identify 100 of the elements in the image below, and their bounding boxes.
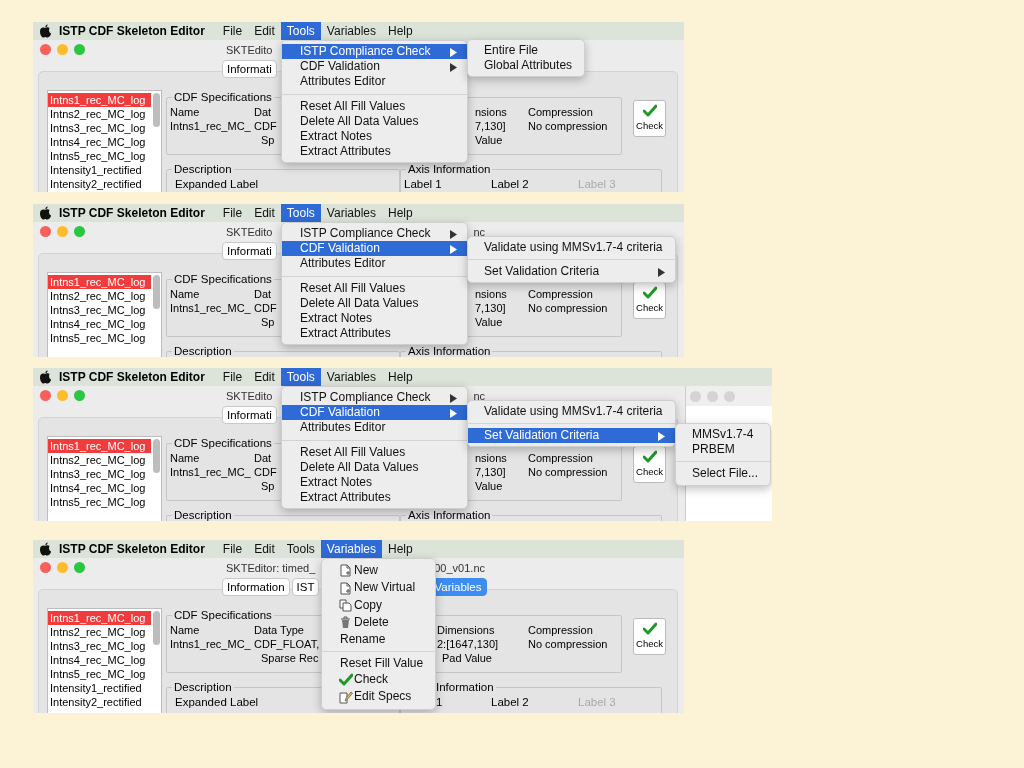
menu-item[interactable]: Extract Attributes: [282, 144, 467, 160]
window-control[interactable]: [40, 226, 51, 237]
menu-item[interactable]: Attributes Editor: [282, 74, 467, 90]
window-control[interactable]: [74, 562, 85, 573]
menu-item[interactable]: Rename: [322, 631, 436, 647]
scrollbar[interactable]: [153, 93, 160, 127]
menu-item[interactable]: Delete All Data Values: [282, 459, 467, 475]
menu-bar-item[interactable]: Edit: [248, 22, 281, 40]
menu-item[interactable]: Copy: [322, 596, 436, 615]
list-item[interactable]: Intns4_rec_MC_log: [48, 653, 151, 667]
menu-item[interactable]: ISTP Compliance Check: [282, 390, 467, 406]
tab[interactable]: Information: [222, 578, 290, 596]
menu-item[interactable]: Global Attributes: [468, 58, 585, 74]
menu-item[interactable]: Attributes Editor: [282, 420, 467, 436]
menu-item[interactable]: Extract Attributes: [282, 490, 467, 506]
menu-item[interactable]: CDF Validation: [282, 241, 467, 257]
list-item[interactable]: Intns3_rec_MC_log: [48, 467, 151, 481]
menu-bar-item[interactable]: Help: [382, 540, 419, 558]
check-button[interactable]: Check: [633, 100, 666, 137]
menu-bar-item[interactable]: Help: [382, 204, 419, 222]
tab[interactable]: IST: [291, 578, 320, 596]
list-item[interactable]: Intns3_rec_MC_log: [48, 303, 151, 317]
scrollbar[interactable]: [153, 275, 160, 309]
menu-bar-item[interactable]: Edit: [248, 204, 281, 222]
tab[interactable]: Informati: [222, 406, 277, 424]
window-control[interactable]: [74, 226, 85, 237]
window-control[interactable]: [724, 391, 735, 402]
menu-bar-item[interactable]: Tools: [280, 540, 321, 558]
list-item[interactable]: Intensity1_rectified: [48, 163, 151, 177]
list-item[interactable]: Intns2_rec_MC_log: [48, 453, 151, 467]
menu-item[interactable]: New Virtual: [322, 579, 436, 597]
list-item[interactable]: Intensity1_rectified: [48, 681, 151, 695]
window-control[interactable]: [40, 44, 51, 55]
menu-item[interactable]: Extract Attributes: [282, 326, 467, 342]
menu-item[interactable]: ISTP Compliance Check: [282, 44, 467, 60]
menu-bar-item[interactable]: Variables: [320, 22, 382, 40]
list-item[interactable]: Intns2_rec_MC_log: [48, 289, 151, 303]
menu-bar-item[interactable]: File: [216, 204, 249, 222]
list-item[interactable]: Intns5_rec_MC_log: [48, 149, 151, 163]
check-button[interactable]: Check: [633, 446, 666, 483]
window-control[interactable]: [40, 390, 51, 401]
list-item[interactable]: Intns4_rec_MC_log: [48, 135, 151, 149]
window-control[interactable]: [57, 390, 68, 401]
menu-item[interactable]: Attributes Editor: [282, 256, 467, 272]
menu-item[interactable]: PRBEM: [676, 442, 771, 458]
menu-bar-item[interactable]: Variables: [320, 540, 382, 558]
menu-bar-item[interactable]: Help: [382, 368, 419, 386]
tab[interactable]: Informati: [222, 242, 277, 260]
menu-bar-item[interactable]: Variables: [320, 368, 382, 386]
menu-item[interactable]: Set Validation Criteria: [468, 428, 675, 444]
menu-item[interactable]: ISTP Compliance Check: [282, 226, 467, 242]
menu-item[interactable]: Check: [322, 671, 436, 689]
menu-item[interactable]: Validate using MMSv1.7-4 criteria: [468, 404, 675, 420]
list-item[interactable]: Intns5_rec_MC_log: [48, 331, 151, 345]
window-control[interactable]: [74, 390, 85, 401]
menu-bar-item[interactable]: File: [216, 540, 249, 558]
tab[interactable]: Informati: [222, 60, 277, 78]
list-item[interactable]: Intensity2_rectified: [48, 695, 151, 709]
list-item[interactable]: Intns5_rec_MC_log: [48, 495, 151, 509]
list-item[interactable]: Intns1_rec_MC_log: [48, 439, 151, 453]
menu-bar-item[interactable]: Tools: [280, 204, 321, 222]
menu-bar-item[interactable]: Help: [382, 22, 419, 40]
list-item[interactable]: Intns5_rec_MC_log: [48, 667, 151, 681]
menu-bar-item[interactable]: Tools: [280, 368, 321, 386]
list-item[interactable]: Intns4_rec_MC_log: [48, 481, 151, 495]
scrollbar[interactable]: [153, 611, 160, 645]
menu-item[interactable]: Select File...: [676, 466, 771, 482]
menu-bar-item[interactable]: Edit: [248, 368, 281, 386]
scrollbar[interactable]: [153, 439, 160, 473]
menu-item[interactable]: Reset All Fill Values: [282, 280, 467, 296]
list-item[interactable]: Intns1_rec_MC_log: [48, 93, 151, 107]
menu-item[interactable]: Reset Fill Value: [322, 655, 436, 672]
menu-item[interactable]: Edit Specs: [322, 688, 436, 706]
menu-item[interactable]: Reset All Fill Values: [282, 444, 467, 460]
check-button[interactable]: Check: [633, 618, 666, 655]
menu-item[interactable]: Delete: [322, 614, 436, 632]
list-item[interactable]: Intns3_rec_MC_log: [48, 121, 151, 135]
menu-item[interactable]: Extract Notes: [282, 129, 467, 145]
menu-item[interactable]: CDF Validation: [282, 59, 467, 75]
menu-bar-item[interactable]: Tools: [280, 22, 321, 40]
check-button[interactable]: Check: [633, 282, 666, 319]
list-item[interactable]: Intns4_rec_MC_log: [48, 317, 151, 331]
menu-bar-item[interactable]: Edit: [248, 540, 281, 558]
window-control[interactable]: [57, 44, 68, 55]
window-control[interactable]: [57, 226, 68, 237]
menu-bar-item[interactable]: File: [216, 368, 249, 386]
menu-item[interactable]: Extract Notes: [282, 311, 467, 327]
menu-item[interactable]: MMSv1.7-4: [676, 427, 771, 443]
list-item[interactable]: Intns2_rec_MC_log: [48, 625, 151, 639]
list-item[interactable]: Intns1_rec_MC_log: [48, 275, 151, 289]
menu-item[interactable]: Entire File: [468, 43, 585, 59]
list-item[interactable]: Intns1_rec_MC_log: [48, 611, 151, 625]
menu-item[interactable]: Set Validation Criteria: [468, 264, 675, 280]
window-control[interactable]: [74, 44, 85, 55]
menu-bar-item[interactable]: Variables: [320, 204, 382, 222]
window-control[interactable]: [690, 391, 701, 402]
window-control[interactable]: [707, 391, 718, 402]
window-control[interactable]: [40, 562, 51, 573]
list-item[interactable]: Intensity2_rectified: [48, 177, 151, 191]
menu-item[interactable]: Validate using MMSv1.7-4 criteria: [468, 240, 675, 256]
